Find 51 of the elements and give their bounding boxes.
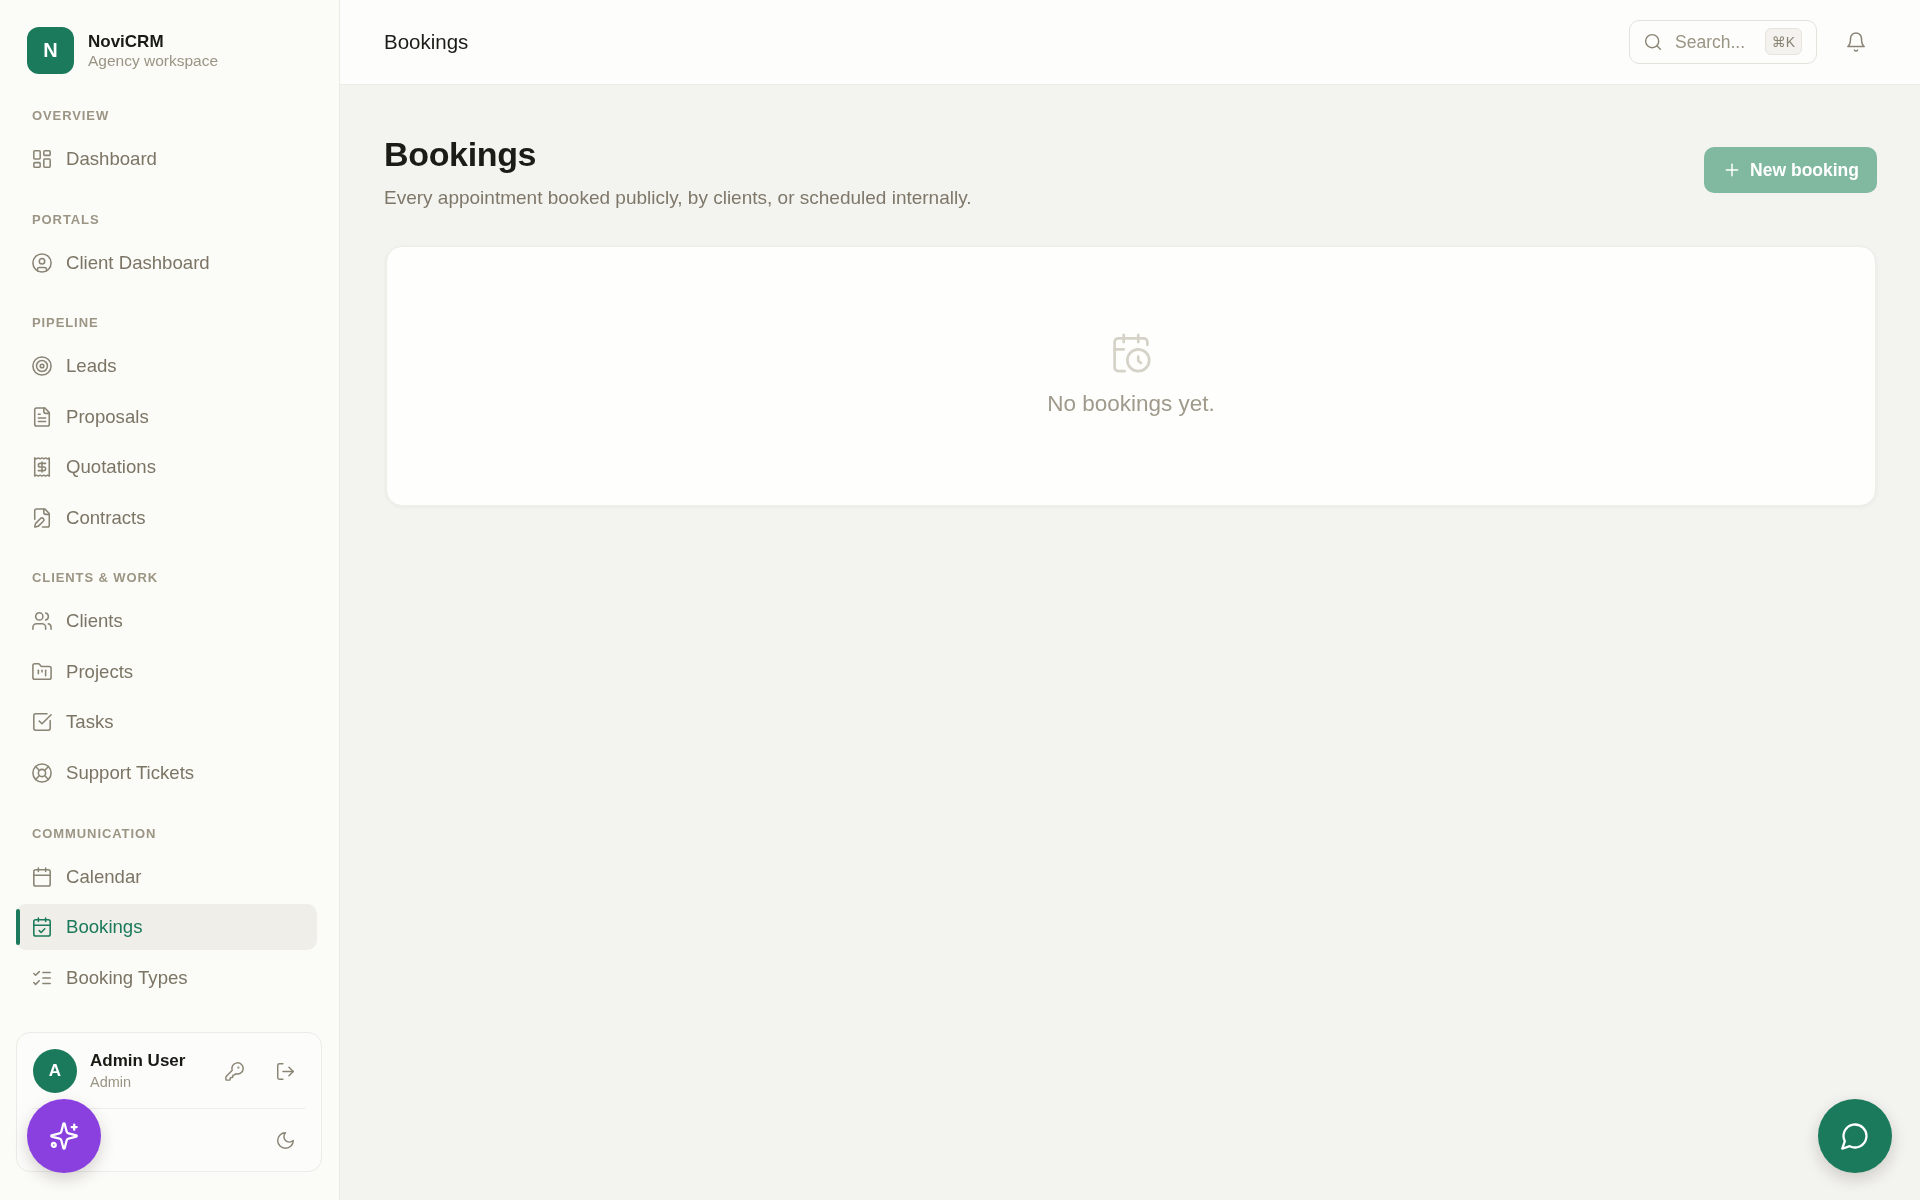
- avatar: A: [33, 1049, 77, 1093]
- nav-item[interactable]: Client Dashboard: [16, 239, 226, 286]
- user-role: Admin: [90, 1073, 132, 1092]
- new-booking-button[interactable]: New booking: [1704, 147, 1877, 193]
- calendar-check-icon: [32, 917, 52, 938]
- nav-item[interactable]: Dashboard: [16, 136, 173, 182]
- section-heading: CLIENTS & WORK: [32, 570, 159, 587]
- shortcut-key: ⌘K: [1764, 28, 1802, 55]
- chat-button[interactable]: [1818, 1099, 1892, 1173]
- section-heading: PORTALS: [32, 211, 100, 228]
- calendar-icon: [32, 866, 52, 887]
- bell-icon[interactable]: [1846, 32, 1866, 52]
- grid-icon: [32, 149, 52, 169]
- key-icon[interactable]: [225, 1061, 244, 1081]
- app-logo: N: [27, 27, 74, 74]
- calendar-clock-icon: [1111, 333, 1151, 373]
- section-heading: OVERVIEW: [32, 108, 110, 124]
- nav-item[interactable]: Tasks: [16, 699, 130, 746]
- empty-state-message: No bookings yet.: [1047, 391, 1215, 417]
- section-heading: COMMUNICATION: [32, 825, 157, 842]
- moon-icon[interactable]: [276, 1130, 295, 1150]
- lifebuoy-icon: [32, 763, 52, 784]
- topbar-title: Bookings: [384, 30, 469, 54]
- users-icon: [32, 611, 52, 632]
- sparkle-icon: [50, 1122, 78, 1150]
- workspace-name: Agency workspace: [88, 51, 219, 70]
- document-icon: [32, 406, 52, 427]
- user-name: Admin User: [90, 1050, 186, 1071]
- nav-item[interactable]: Leads: [16, 343, 133, 389]
- dollar-receipt-icon: [32, 457, 52, 478]
- target-icon: [32, 356, 52, 376]
- nav-item[interactable]: Projects: [16, 648, 150, 695]
- page-subtitle: Every appointment booked publicly, by clients, or scheduled internally.: [384, 187, 972, 209]
- nav-item[interactable]: Clients: [16, 598, 139, 645]
- section-heading: PIPELINE: [32, 315, 99, 331]
- nav-item[interactable]: Proposals: [16, 393, 165, 440]
- nav-item[interactable]: Booking Types: [16, 954, 204, 1001]
- nav-item[interactable]: Quotations: [16, 444, 172, 491]
- nav-item[interactable]: Support Tickets: [16, 750, 211, 797]
- page-title: Bookings: [384, 134, 537, 175]
- nav-item[interactable]: Bookings: [16, 904, 317, 951]
- brand-name: NoviCRM: [88, 31, 164, 52]
- search-icon: [1644, 33, 1662, 51]
- user-circle-icon: [32, 252, 52, 273]
- check-square-icon: [32, 712, 52, 733]
- folder-icon: [32, 661, 52, 682]
- nav-item[interactable]: Calendar: [16, 853, 158, 900]
- chat-bubble-icon: [1841, 1122, 1869, 1150]
- nav-item[interactable]: Contracts: [16, 494, 162, 541]
- logout-icon[interactable]: [276, 1061, 295, 1081]
- document-pen-icon: [32, 507, 52, 528]
